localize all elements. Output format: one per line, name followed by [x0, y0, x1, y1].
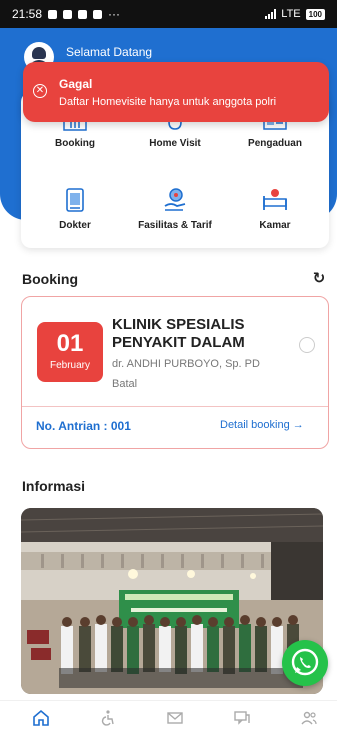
nav-users[interactable]	[292, 706, 326, 730]
menu-dokter[interactable]: Dokter	[25, 186, 125, 231]
toast-title: Gagal	[59, 77, 93, 91]
info-photo	[21, 508, 323, 694]
users-icon	[301, 711, 317, 725]
status-time: 21:58	[12, 7, 43, 21]
nav-home[interactable]	[24, 706, 58, 730]
detail-booking-link[interactable]: Detail booking →	[220, 419, 304, 431]
toast-message: Daftar Homevisite hanya untuk anggota po…	[59, 96, 277, 108]
booking-month: February	[49, 360, 90, 371]
clinic-name: KLINIK SPESIALIS PENYAKIT DALAM	[112, 316, 245, 351]
facility-icon	[164, 188, 186, 211]
bed-icon	[263, 189, 287, 210]
whatsapp-icon	[291, 648, 319, 676]
menu-label-home-visit: Home Visit	[149, 138, 201, 149]
notification-icon	[93, 9, 103, 19]
booking-card[interactable]: 01 February KLINIK SPESIALIS PENYAKIT DA…	[21, 296, 329, 449]
network-type: LTE	[281, 8, 301, 20]
menu-label-dokter: Dokter	[59, 220, 91, 231]
accessibility-icon	[101, 710, 114, 726]
mail-icon	[167, 712, 183, 724]
refresh-icon[interactable]: ↻	[310, 270, 328, 288]
chat-icon	[234, 711, 250, 725]
nav-mail[interactable]	[158, 706, 192, 730]
booking-day: 01	[56, 330, 84, 357]
booking-radio[interactable]	[299, 337, 315, 353]
welcome-text: Selamat Datang	[66, 45, 153, 59]
card-divider	[22, 406, 328, 407]
home-icon	[33, 709, 49, 726]
nav-chat[interactable]	[225, 706, 259, 730]
doctor-name: dr. ANDHI PURBOYO, Sp. PD	[112, 358, 260, 370]
whatsapp-button[interactable]	[282, 640, 328, 686]
info-image[interactable]	[21, 508, 323, 694]
booking-status: Batal	[112, 378, 138, 390]
status-bar: 21:58 ··· LTE 100	[0, 0, 337, 28]
menu-label-booking: Booking	[55, 138, 95, 149]
menu-label-pengaduan: Pengaduan	[248, 138, 302, 149]
cloud-icon	[78, 9, 88, 19]
queue-number: No. Antrian : 001	[36, 419, 131, 433]
menu-label-fasilitas-tarif: Fasilitas & Tarif	[138, 220, 212, 231]
nav-accessibility[interactable]	[91, 706, 125, 730]
notification-icon	[63, 9, 73, 19]
doctor-icon	[66, 188, 84, 212]
battery-icon: 100	[305, 8, 325, 20]
booking-date: 01 February	[37, 322, 103, 382]
more-notifications: ···	[108, 7, 121, 21]
notification-icon	[48, 9, 58, 19]
error-icon: ✕	[33, 84, 47, 98]
signal-icon	[265, 9, 277, 19]
menu-fasilitas-tarif[interactable]: Fasilitas & Tarif	[125, 186, 225, 231]
info-section-title: Informasi	[22, 478, 86, 494]
menu-kamar[interactable]: Kamar	[225, 186, 325, 231]
error-toast[interactable]: ✕ Gagal Daftar Homevisite hanya untuk an…	[23, 62, 329, 122]
menu-label-kamar: Kamar	[259, 220, 291, 231]
bottom-nav	[0, 700, 337, 735]
booking-section-title: Booking	[22, 271, 78, 287]
